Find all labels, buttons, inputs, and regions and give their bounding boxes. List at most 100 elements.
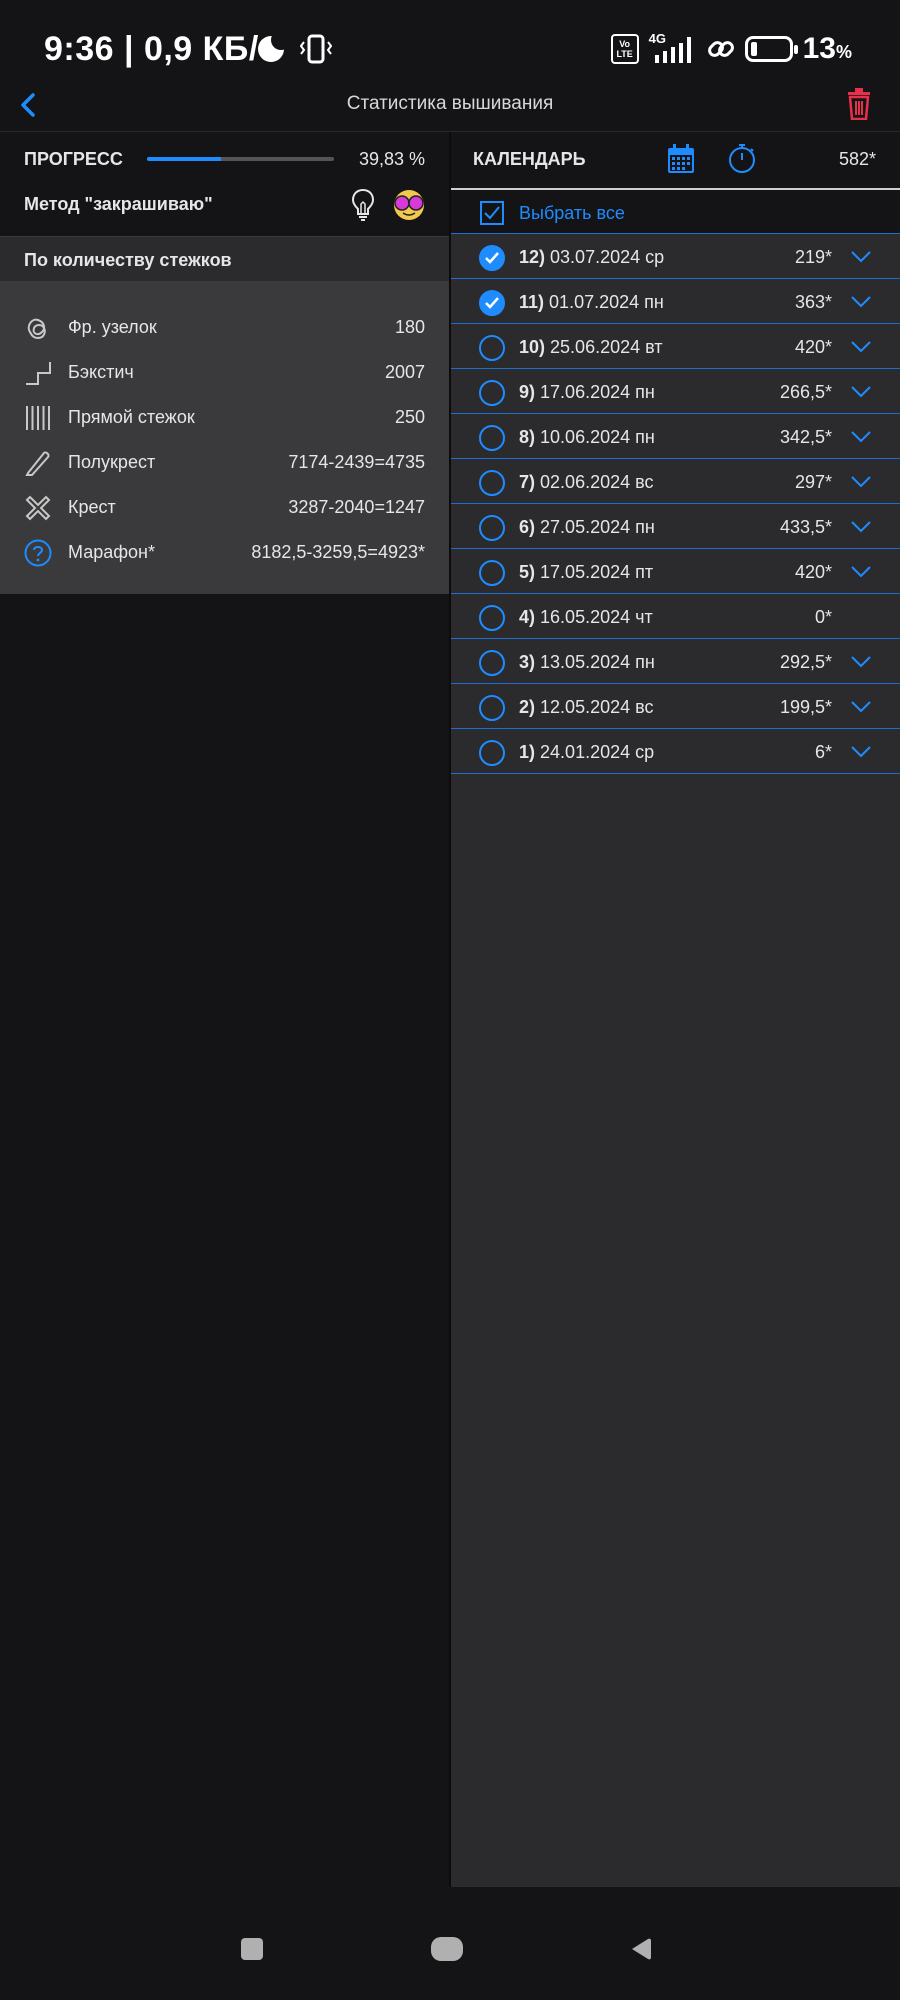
method-row: Метод "закрашиваю" bbox=[0, 182, 449, 236]
entry-date: 3) 13.05.2024 пн bbox=[519, 652, 655, 672]
page-title: Статистика вышивания bbox=[346, 93, 554, 114]
calendar-entry-row[interactable]: 4) 16.05.2024 чт 0* bbox=[451, 594, 900, 639]
entry-select-radio[interactable] bbox=[479, 380, 505, 406]
calendar-total: 582* bbox=[838, 149, 876, 169]
calendar-entry-row[interactable]: 1) 24.01.2024 ср 6* bbox=[451, 729, 900, 774]
select-all-label[interactable]: Выбрать все bbox=[519, 203, 625, 224]
volte-bottom: LTE bbox=[616, 49, 633, 59]
entry-select-radio[interactable] bbox=[479, 695, 505, 721]
trash-icon[interactable] bbox=[846, 88, 872, 120]
timer-icon[interactable] bbox=[727, 144, 757, 174]
stitch-name: Марафон* bbox=[68, 542, 155, 562]
status-bar: 9:36 | 0,9 КБ/с Vo LTE 4G 13% bbox=[0, 0, 900, 76]
stitch-name: Прямой стежок bbox=[68, 407, 195, 427]
backstitch-icon bbox=[26, 362, 51, 385]
entry-select-radio[interactable] bbox=[479, 335, 505, 361]
entry-value: 199,5* bbox=[779, 697, 832, 717]
battery-icon bbox=[744, 36, 798, 62]
progress-row: ПРОГРЕСС 39,83 % bbox=[0, 132, 449, 182]
chevron-down-icon[interactable] bbox=[850, 340, 872, 354]
app-bar: Статистика вышивания bbox=[0, 76, 900, 132]
calendar-entry-row[interactable]: 10) 25.06.2024 вт 420* bbox=[451, 324, 900, 369]
calendar-entry-row[interactable]: 12) 03.07.2024 ср 219* bbox=[451, 234, 900, 279]
chevron-down-icon[interactable] bbox=[850, 475, 872, 489]
calendar-entry-row[interactable]: 11) 01.07.2024 пн 363* bbox=[451, 279, 900, 324]
chevron-down-icon[interactable] bbox=[850, 295, 872, 309]
stitch-name: Крест bbox=[68, 497, 116, 517]
check-icon bbox=[485, 252, 499, 264]
link-icon bbox=[707, 41, 734, 57]
entry-value: 0* bbox=[814, 607, 832, 627]
entry-select-radio[interactable] bbox=[479, 650, 505, 676]
calendar-entry-row[interactable]: 7) 02.06.2024 вс 297* bbox=[451, 459, 900, 504]
chevron-down-icon[interactable] bbox=[850, 565, 872, 579]
calendar-entry-list: 12) 03.07.2024 ср 219* 11) 01.07.2024 пн 36… bbox=[451, 234, 900, 774]
select-all-row[interactable]: Выбрать все bbox=[451, 190, 900, 234]
battery-level: 13% bbox=[802, 32, 852, 65]
stitch-name: Бэкстич bbox=[68, 362, 134, 382]
stitch-value: 8182,5-3259,5=4923* bbox=[251, 542, 425, 562]
entry-date: 9) 17.06.2024 пн bbox=[519, 382, 655, 402]
glasses-icon[interactable] bbox=[392, 188, 426, 222]
entry-select-radio[interactable] bbox=[479, 290, 505, 316]
entry-value: 219* bbox=[794, 247, 832, 267]
chevron-down-icon[interactable] bbox=[850, 385, 872, 399]
stitch-value: 2007 bbox=[384, 362, 425, 382]
home-button[interactable] bbox=[431, 1937, 463, 1961]
select-all-checkbox[interactable] bbox=[480, 201, 504, 225]
stitch-row-marathon: Марафон* 8182,5-3259,5=4923* bbox=[0, 531, 449, 576]
chevron-down-icon[interactable] bbox=[850, 520, 872, 534]
by-count-header[interactable]: По количеству стежков bbox=[0, 236, 449, 282]
entry-date: 2) 12.05.2024 вс bbox=[519, 697, 654, 717]
vibrate-icon bbox=[300, 34, 332, 64]
calendar-entry-row[interactable]: 2) 12.05.2024 вс 199,5* bbox=[451, 684, 900, 729]
chevron-down-icon[interactable] bbox=[850, 700, 872, 714]
french-knot-icon bbox=[27, 318, 46, 340]
stitch-row-french-knot: Фр. узелок 180 bbox=[0, 306, 449, 351]
entry-date: 7) 02.06.2024 вс bbox=[519, 472, 654, 492]
calendar-entry-row[interactable]: 6) 27.05.2024 пн 433,5* bbox=[451, 504, 900, 549]
calendar-label: КАЛЕНДАРЬ bbox=[473, 149, 586, 169]
method-label: Метод "закрашиваю" bbox=[24, 194, 213, 214]
entry-select-radio[interactable] bbox=[479, 515, 505, 541]
entry-select-radio[interactable] bbox=[479, 425, 505, 451]
calendar-header: КАЛЕНДАРЬ 582* bbox=[451, 132, 900, 190]
calendar-panel: КАЛЕНДАРЬ 582* Выбрать все 12) 03.07.202 bbox=[451, 132, 900, 1887]
chevron-down-icon[interactable] bbox=[850, 745, 872, 759]
entry-date: 8) 10.06.2024 пн bbox=[519, 427, 655, 447]
progress-label: ПРОГРЕСС bbox=[24, 149, 123, 169]
calendar-entry-row[interactable]: 5) 17.05.2024 пт 420* bbox=[451, 549, 900, 594]
progress-bar bbox=[147, 157, 334, 161]
entry-date: 5) 17.05.2024 пт bbox=[519, 562, 654, 582]
calendar-entry-row[interactable]: 8) 10.06.2024 пн 342,5* bbox=[451, 414, 900, 459]
entry-date: 6) 27.05.2024 пн bbox=[519, 517, 655, 537]
stitch-row-cross: Крест 3287-2040=1247 bbox=[0, 486, 449, 531]
system-nav-bar bbox=[0, 1887, 900, 2000]
chevron-down-icon[interactable] bbox=[850, 655, 872, 669]
entry-select-radio[interactable] bbox=[479, 245, 505, 271]
recents-button[interactable] bbox=[241, 1938, 263, 1960]
entry-value: 420* bbox=[794, 337, 832, 357]
nav-back-icon[interactable] bbox=[630, 1937, 652, 1961]
calendar-entry-row[interactable]: 3) 13.05.2024 пн 292,5* bbox=[451, 639, 900, 684]
entry-select-radio[interactable] bbox=[479, 470, 505, 496]
entry-select-radio[interactable] bbox=[479, 740, 505, 766]
entry-value: 363* bbox=[794, 292, 832, 312]
stitch-list: Фр. узелок 180 Бэкстич 2007 Прямой стежо… bbox=[0, 282, 449, 594]
straight-stitch-icon bbox=[26, 406, 50, 430]
left-panel: ПРОГРЕСС 39,83 % Метод "закрашиваю" По к… bbox=[0, 132, 449, 594]
entry-select-radio[interactable] bbox=[479, 560, 505, 586]
signal-icon: 4G bbox=[649, 31, 697, 65]
calendar-icon[interactable] bbox=[667, 144, 695, 174]
entry-select-radio[interactable] bbox=[479, 605, 505, 631]
question-icon[interactable] bbox=[24, 539, 52, 567]
entry-value: 297* bbox=[794, 472, 832, 492]
entry-date: 10) 25.06.2024 вт bbox=[519, 337, 663, 357]
chevron-down-icon[interactable] bbox=[850, 430, 872, 444]
entry-value: 342,5* bbox=[779, 427, 832, 447]
stitch-row-half-cross: Полукрест 7174-2439=4735 bbox=[0, 441, 449, 486]
lightbulb-icon[interactable] bbox=[351, 188, 375, 222]
chevron-down-icon[interactable] bbox=[850, 250, 872, 264]
by-count-label: По количеству стежков bbox=[24, 250, 232, 270]
calendar-entry-row[interactable]: 9) 17.06.2024 пн 266,5* bbox=[451, 369, 900, 414]
